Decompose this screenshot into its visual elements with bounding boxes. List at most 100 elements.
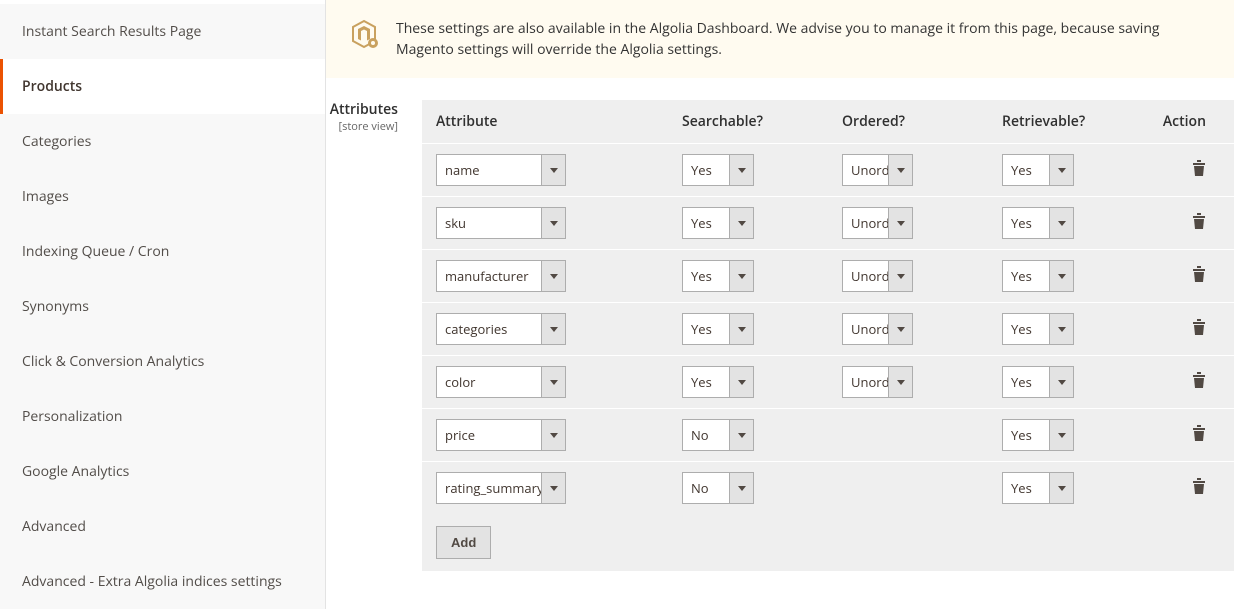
- searchable-select[interactable]: Yes: [682, 313, 754, 345]
- attribute-select[interactable]: categories: [436, 313, 566, 345]
- chevron-down-icon[interactable]: [888, 261, 912, 291]
- attributes-table-header: Attribute Searchable? Ordered? Retrievab…: [422, 100, 1234, 143]
- attribute-value: rating_summary: [437, 473, 541, 503]
- chevron-down-icon[interactable]: [1049, 314, 1073, 344]
- chevron-down-icon[interactable]: [888, 314, 912, 344]
- chevron-down-icon[interactable]: [729, 155, 753, 185]
- attribute-value: sku: [437, 208, 541, 238]
- sidebar-item-synonyms[interactable]: Synonyms: [0, 279, 325, 334]
- searchable-select[interactable]: Yes: [682, 366, 754, 398]
- sidebar-item-advanced-extra[interactable]: Advanced - Extra Algolia indices setting…: [0, 554, 325, 609]
- searchable-value: Yes: [683, 155, 729, 185]
- chevron-down-icon[interactable]: [1049, 473, 1073, 503]
- chevron-down-icon[interactable]: [541, 473, 565, 503]
- chevron-down-icon[interactable]: [1049, 367, 1073, 397]
- trash-icon[interactable]: [1192, 372, 1206, 392]
- col-header-attribute: Attribute: [436, 112, 682, 131]
- retrievable-select[interactable]: Yes: [1002, 154, 1074, 186]
- trash-icon[interactable]: [1192, 478, 1206, 498]
- notice-banner: These settings are also available in the…: [326, 0, 1234, 78]
- trash-icon[interactable]: [1192, 425, 1206, 445]
- add-button[interactable]: Add: [436, 526, 491, 559]
- trash-icon[interactable]: [1192, 319, 1206, 339]
- col-header-searchable: Searchable?: [682, 112, 842, 131]
- searchable-select[interactable]: Yes: [682, 260, 754, 292]
- attribute-select[interactable]: manufacturer: [436, 260, 566, 292]
- chevron-down-icon[interactable]: [729, 314, 753, 344]
- ordered-value: Unordered: [843, 155, 888, 185]
- chevron-down-icon[interactable]: [729, 208, 753, 238]
- ordered-select[interactable]: Unordered: [842, 366, 913, 398]
- searchable-value: Yes: [683, 367, 729, 397]
- attribute-select[interactable]: rating_summary: [436, 472, 566, 504]
- chevron-down-icon[interactable]: [1049, 261, 1073, 291]
- retrievable-select[interactable]: Yes: [1002, 260, 1074, 292]
- ordered-value: Unordered: [843, 314, 888, 344]
- chevron-down-icon[interactable]: [1049, 420, 1073, 450]
- searchable-select[interactable]: Yes: [682, 207, 754, 239]
- sidebar-item-label: Synonyms: [22, 297, 89, 316]
- chevron-down-icon[interactable]: [1049, 155, 1073, 185]
- searchable-select[interactable]: Yes: [682, 154, 754, 186]
- chevron-down-icon[interactable]: [729, 420, 753, 450]
- retrievable-select[interactable]: Yes: [1002, 419, 1074, 451]
- retrievable-select[interactable]: Yes: [1002, 313, 1074, 345]
- notice-text: These settings are also available in the…: [396, 18, 1212, 60]
- sidebar-item-label: Indexing Queue / Cron: [22, 242, 169, 261]
- sidebar-item-images[interactable]: Images: [0, 169, 325, 224]
- attribute-select[interactable]: sku: [436, 207, 566, 239]
- sidebar-item-indexing-queue[interactable]: Indexing Queue / Cron: [0, 224, 325, 279]
- table-row: color Yes Unordered Yes: [422, 355, 1234, 408]
- chevron-down-icon[interactable]: [1049, 208, 1073, 238]
- chevron-down-icon[interactable]: [541, 208, 565, 238]
- sidebar-item-analytics[interactable]: Click & Conversion Analytics: [0, 334, 325, 389]
- sidebar: Instant Search Results Page Products Cat…: [0, 0, 326, 609]
- attribute-value: color: [437, 367, 541, 397]
- sidebar-item-label: Images: [22, 187, 69, 206]
- ordered-value: Unordered: [843, 208, 888, 238]
- sidebar-item-label: Advanced - Extra Algolia indices setting…: [22, 572, 282, 591]
- retrievable-value: Yes: [1003, 208, 1049, 238]
- ordered-select[interactable]: Unordered: [842, 154, 913, 186]
- retrievable-select[interactable]: Yes: [1002, 207, 1074, 239]
- trash-icon[interactable]: [1192, 160, 1206, 180]
- searchable-select[interactable]: No: [682, 419, 754, 451]
- trash-icon[interactable]: [1192, 266, 1206, 286]
- chevron-down-icon[interactable]: [541, 155, 565, 185]
- ordered-select[interactable]: Unordered: [842, 207, 913, 239]
- col-header-ordered: Ordered?: [842, 112, 1002, 131]
- ordered-select[interactable]: Unordered: [842, 313, 913, 345]
- searchable-value: Yes: [683, 314, 729, 344]
- sidebar-item-instant-search[interactable]: Instant Search Results Page: [0, 4, 325, 59]
- ordered-value: Unordered: [843, 261, 888, 291]
- sidebar-item-label: Categories: [22, 132, 91, 151]
- retrievable-select[interactable]: Yes: [1002, 472, 1074, 504]
- sidebar-item-label: Google Analytics: [22, 462, 129, 481]
- sidebar-item-google-analytics[interactable]: Google Analytics: [0, 444, 325, 499]
- chevron-down-icon[interactable]: [541, 367, 565, 397]
- ordered-select[interactable]: Unordered: [842, 260, 913, 292]
- sidebar-item-categories[interactable]: Categories: [0, 114, 325, 169]
- attributes-table: Attribute Searchable? Ordered? Retrievab…: [422, 100, 1234, 571]
- attribute-select[interactable]: name: [436, 154, 566, 186]
- trash-icon[interactable]: [1192, 213, 1206, 233]
- sidebar-item-personalization[interactable]: Personalization: [0, 389, 325, 444]
- chevron-down-icon[interactable]: [888, 155, 912, 185]
- retrievable-value: Yes: [1003, 473, 1049, 503]
- chevron-down-icon[interactable]: [729, 261, 753, 291]
- attribute-select[interactable]: color: [436, 366, 566, 398]
- chevron-down-icon[interactable]: [541, 314, 565, 344]
- chevron-down-icon[interactable]: [729, 473, 753, 503]
- sidebar-item-advanced[interactable]: Advanced: [0, 499, 325, 554]
- chevron-down-icon[interactable]: [541, 261, 565, 291]
- sidebar-item-products[interactable]: Products: [0, 59, 325, 114]
- searchable-select[interactable]: No: [682, 472, 754, 504]
- table-row: categories Yes Unordered Yes: [422, 302, 1234, 355]
- chevron-down-icon[interactable]: [888, 367, 912, 397]
- chevron-down-icon[interactable]: [729, 367, 753, 397]
- sidebar-item-label: Personalization: [22, 407, 122, 426]
- chevron-down-icon[interactable]: [541, 420, 565, 450]
- attribute-select[interactable]: price: [436, 419, 566, 451]
- retrievable-select[interactable]: Yes: [1002, 366, 1074, 398]
- chevron-down-icon[interactable]: [888, 208, 912, 238]
